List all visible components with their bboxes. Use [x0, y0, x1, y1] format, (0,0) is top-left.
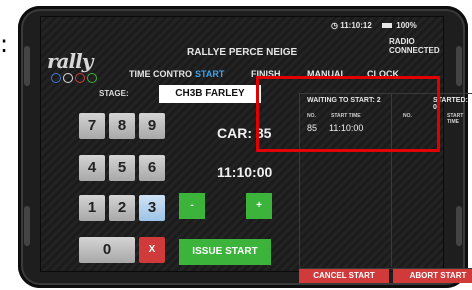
key-4[interactable]: 4: [79, 155, 105, 181]
key-9[interactable]: 9: [139, 113, 165, 139]
key-0[interactable]: 0: [79, 237, 135, 263]
issue-start-button[interactable]: ISSUE START: [179, 239, 271, 265]
highlight-box: [256, 76, 440, 152]
key-7[interactable]: 7: [79, 113, 105, 139]
tab-time-control[interactable]: TIME CONTRO: [125, 69, 196, 79]
radio-status: RADIO CONNECTED: [389, 37, 440, 55]
stage-label: STAGE:: [99, 89, 129, 98]
colon-glyph: :: [0, 30, 9, 58]
key-6[interactable]: 6: [139, 155, 165, 181]
stage-selector[interactable]: CH3B FARLEY: [159, 85, 261, 103]
cancel-start-button[interactable]: CANCEL START: [299, 269, 389, 283]
logo-rings-icon: [51, 73, 97, 83]
bumper-right-top: [456, 46, 462, 86]
key-2[interactable]: 2: [109, 195, 135, 221]
clear-button[interactable]: X: [139, 237, 165, 263]
decrement-time-button[interactable]: -: [179, 193, 205, 219]
bumper-left-top: [24, 46, 30, 86]
rally-logo: rally: [47, 49, 93, 73]
started-col-time: START TIME: [447, 113, 464, 125]
clock-time: 11:10:12: [340, 21, 372, 30]
status-bar: ◷ 11:10:12 100%: [331, 21, 417, 30]
key-3[interactable]: 3: [139, 195, 165, 221]
increment-time-button[interactable]: +: [246, 193, 272, 219]
battery-icon: [382, 23, 393, 29]
start-time-display: 11:10:00: [217, 164, 273, 180]
key-5[interactable]: 5: [109, 155, 135, 181]
key-1[interactable]: 1: [79, 195, 105, 221]
bumper-left-bottom: [24, 206, 30, 246]
clock-icon: ◷: [331, 21, 338, 30]
battery-level: 100%: [396, 21, 417, 30]
abort-start-button[interactable]: ABORT START: [393, 269, 472, 283]
event-title: RALLYE PERCE NEIGE: [187, 47, 298, 58]
tab-start[interactable]: START: [191, 69, 228, 79]
key-8[interactable]: 8: [109, 113, 135, 139]
